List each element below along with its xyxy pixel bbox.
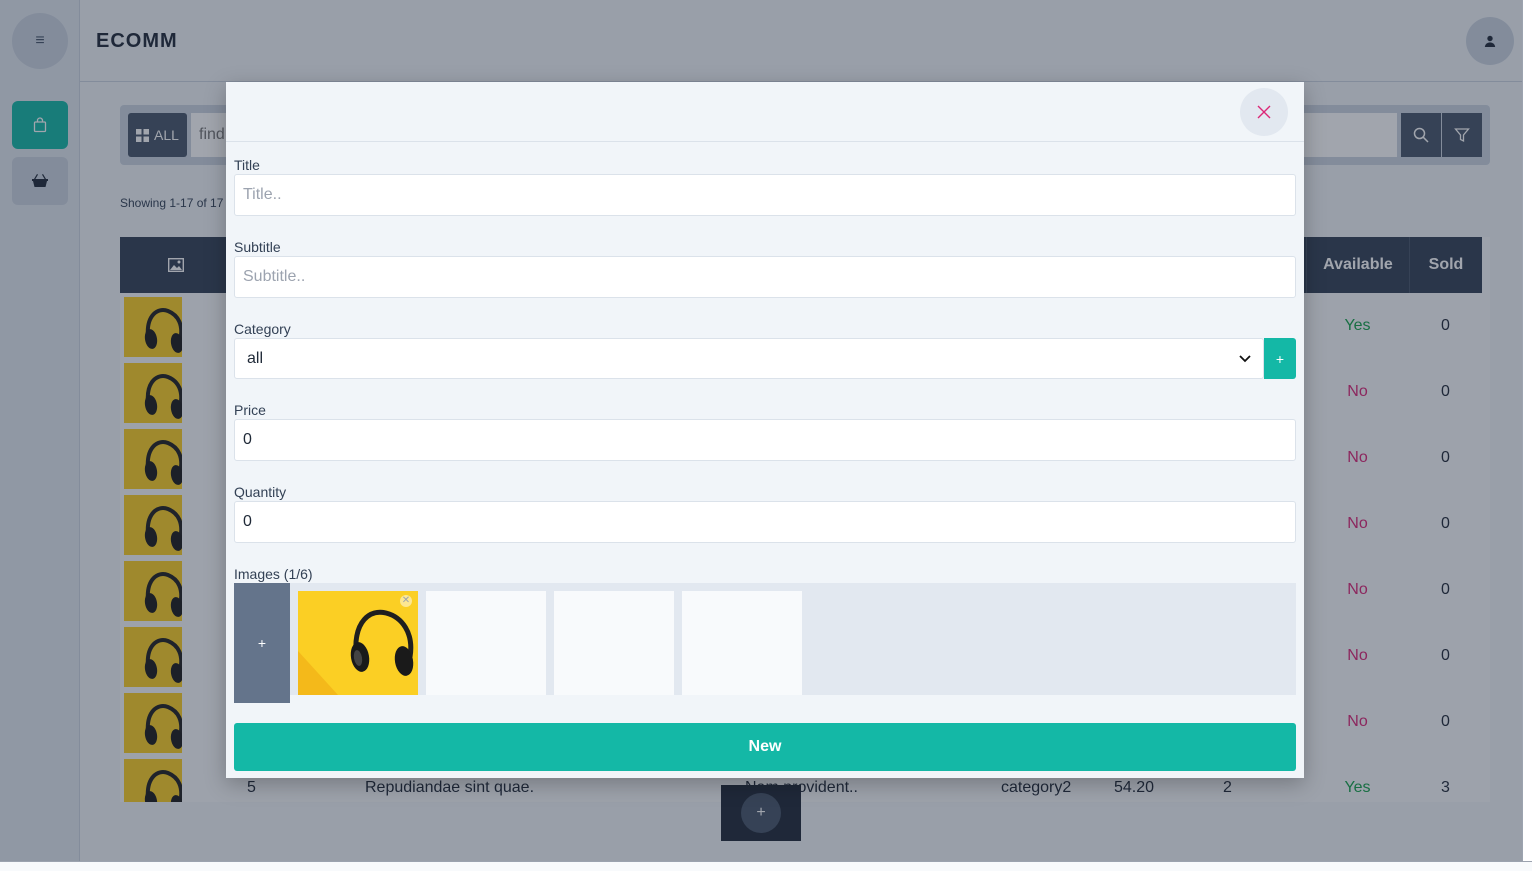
price-label: Price	[234, 402, 266, 418]
quantity-input[interactable]: 0	[234, 501, 1296, 543]
category-label: Category	[234, 321, 291, 337]
quantity-label: Quantity	[234, 484, 287, 500]
title-label: Title	[234, 157, 260, 173]
category-value: all	[247, 349, 264, 367]
image-slot-1[interactable]: ✕	[298, 591, 418, 695]
window-bottom-edge	[0, 861, 1532, 871]
close-modal-button[interactable]	[1240, 88, 1288, 136]
subtitle-label: Subtitle	[234, 239, 281, 255]
title-input[interactable]: Title..	[234, 174, 1296, 216]
new-product-modal: Title Title.. Subtitle Subtitle.. Catego…	[226, 82, 1304, 778]
image-slot-4[interactable]	[682, 591, 802, 695]
images-label: Images (1/6)	[234, 566, 313, 582]
image-slot-2[interactable]	[426, 591, 546, 695]
remove-image-icon[interactable]: ✕	[400, 595, 412, 607]
modal-header	[226, 82, 1304, 142]
add-image-button[interactable]: +	[234, 583, 290, 703]
images-gallery: + ✕	[234, 583, 1296, 703]
chevron-down-icon	[1239, 354, 1251, 362]
close-icon	[1257, 105, 1271, 119]
submit-new-button[interactable]: New	[234, 723, 1296, 771]
add-category-button[interactable]: +	[1264, 338, 1296, 379]
image-slot-3[interactable]	[554, 591, 674, 695]
headphones-image	[298, 591, 418, 695]
category-select[interactable]: all	[234, 338, 1264, 379]
window-edge	[1522, 0, 1532, 871]
subtitle-input[interactable]: Subtitle..	[234, 256, 1296, 298]
price-input[interactable]: 0	[234, 419, 1296, 461]
